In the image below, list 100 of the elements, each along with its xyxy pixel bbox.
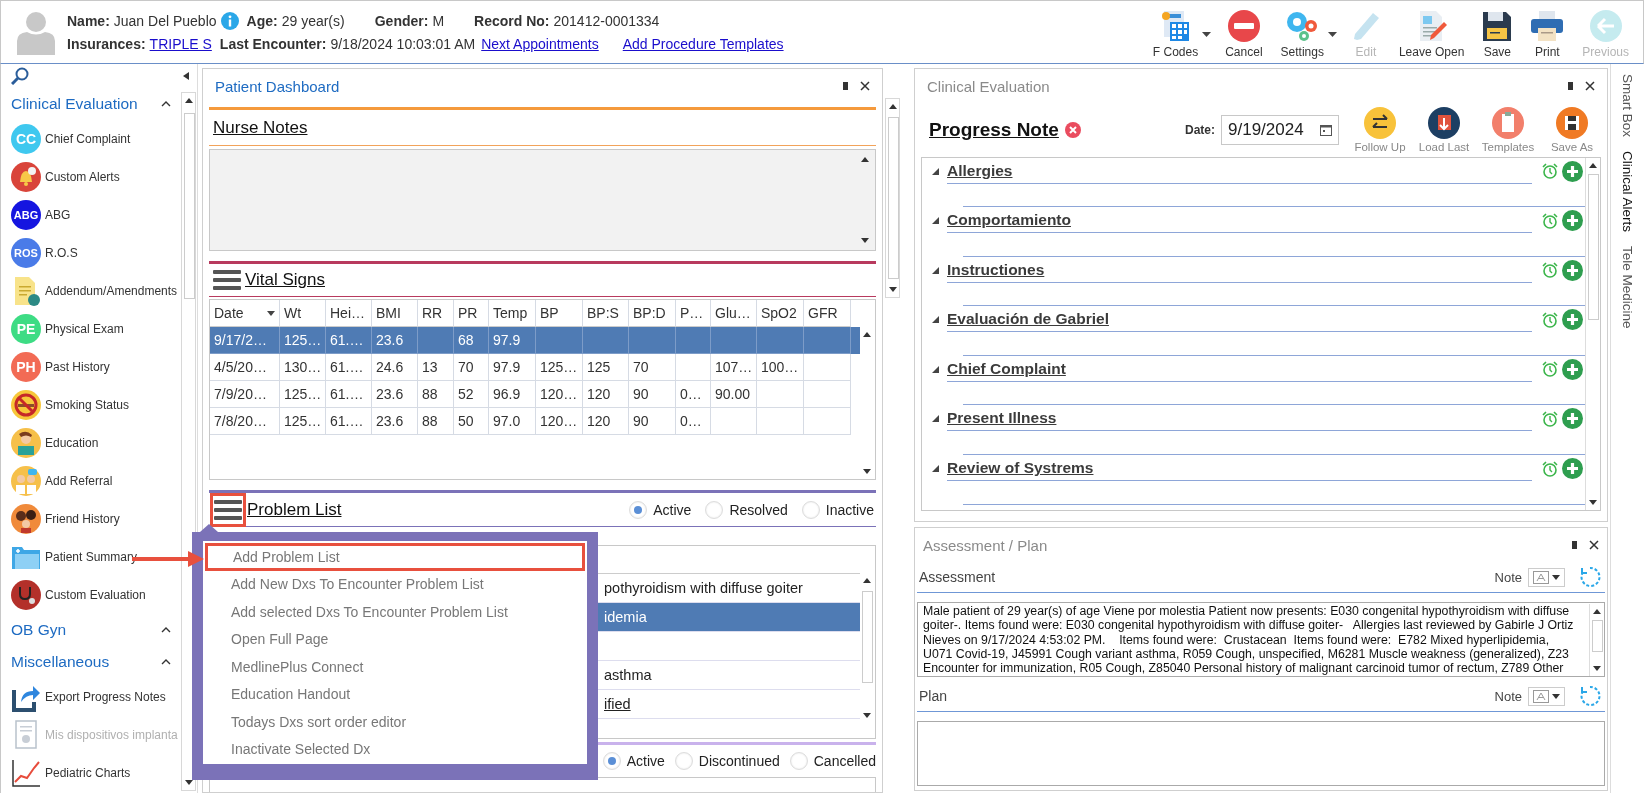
expand-icon[interactable] [932,465,939,473]
filter-radio[interactable]: Resolved [705,500,788,519]
side-tab[interactable]: Smart Box [1620,74,1635,138]
add-icon[interactable] [1562,160,1583,182]
section-title[interactable]: Allergies [947,161,1013,180]
menu-item[interactable]: Education Handout [203,680,587,708]
sort-caret-icon[interactable] [267,310,275,316]
section-title[interactable]: Nurse Notes [213,117,308,138]
header-link[interactable]: Add Procedure Templates [622,36,784,52]
section-title[interactable]: Instructiones [947,260,1045,279]
filter-radio[interactable]: Cancelled [789,752,876,770]
scrollbar[interactable] [1589,604,1604,676]
toolbar-button[interactable]: F Codes [1144,8,1207,61]
sidebar-item[interactable]: Smoking Status [11,386,181,424]
sidebar-item[interactable]: ABG ABG [11,196,181,234]
menu-icon[interactable] [213,495,243,524]
group-header[interactable]: OB Gyn [11,614,181,646]
header-link[interactable]: Next Appointments [481,36,599,52]
expand-icon[interactable] [932,217,939,225]
table-row[interactable]: 4/5/20… 130… 61.… 24.6 13 70 97.9 125… 125 70 107… 100… [210,354,860,381]
remove-icon[interactable] [1064,122,1081,138]
caret-icon[interactable] [1202,32,1212,37]
collapse-icon[interactable] [183,72,189,80]
menu-item[interactable]: Add selected Dxs To Encounter Problem List [203,598,587,626]
table-row[interactable]: 7/9/20… 125… 61.… 23.6 88 52 96.9 120… 120 90 0… 90.00 [210,381,860,408]
nurse-notes-field[interactable] [209,149,876,251]
close-icon[interactable] [860,81,870,91]
group-header[interactable]: Miscellaneous [11,646,181,678]
sidebar-item[interactable]: Education [11,424,181,462]
toolbar-button[interactable]: Print [1522,8,1573,61]
section-title[interactable]: Comportamiento [947,211,1071,230]
menu-item[interactable]: Open Full Page [203,625,587,653]
sidebar-item[interactable]: PE Physical Exam [11,310,181,348]
format-dropdown[interactable] [1528,567,1565,587]
action-button[interactable]: Follow Up [1351,107,1409,153]
alarm-clock-icon[interactable] [1542,361,1558,378]
section-title[interactable]: Evaluación de Gabriel [947,310,1109,329]
caret-icon[interactable] [1327,32,1337,37]
scrollbar[interactable] [1585,158,1600,510]
add-icon[interactable] [1562,458,1583,480]
assessment-field[interactable] [917,602,1605,677]
section-title[interactable]: Vital Signs [245,270,325,290]
group-header[interactable]: Clinical Evaluation [11,88,181,120]
action-button[interactable]: Load Last [1415,107,1473,153]
alarm-clock-icon[interactable] [1542,262,1558,279]
filter-radio[interactable]: Active [602,752,665,770]
sidebar-item[interactable]: Custom Alerts [11,158,181,196]
add-icon[interactable] [1562,358,1583,380]
refresh-icon[interactable] [1579,566,1601,588]
alarm-clock-icon[interactable] [1542,163,1558,179]
expand-icon[interactable] [932,415,939,423]
scrollbar[interactable] [885,98,900,298]
add-icon[interactable] [1562,408,1583,430]
expand-icon[interactable] [932,266,939,274]
scrollbar[interactable] [181,92,196,791]
menu-item[interactable]: Inactivate Selected Dx [203,735,587,763]
close-icon[interactable] [1589,540,1599,550]
plan-field[interactable] [917,721,1605,786]
format-dropdown[interactable] [1528,686,1565,706]
sidebar-item[interactable]: Pediatric Charts [11,754,181,792]
side-tab[interactable]: Clinical Alerts [1620,151,1635,233]
alarm-clock-icon[interactable] [1542,410,1558,427]
menu-item[interactable]: Add New Dxs To Encounter Problem List [203,570,587,598]
menu-item[interactable]: MedlinePlus Connect [203,653,587,681]
alarm-clock-icon[interactable] [1542,460,1558,477]
date-field[interactable]: 9/19/2024 [1221,115,1339,145]
calendar-icon[interactable] [1320,124,1332,136]
action-button[interactable]: Templates [1479,107,1537,153]
sidebar-item[interactable]: Friend History [11,500,181,538]
expand-icon[interactable] [932,365,939,373]
sidebar-item[interactable]: Add Referral [11,462,181,500]
side-tab[interactable]: Tele Medicine [1620,246,1635,329]
filter-radio[interactable]: Discontinued [674,752,780,770]
add-icon[interactable] [1562,259,1583,281]
alarm-clock-icon[interactable] [1542,212,1558,229]
search-icon[interactable] [11,67,29,85]
sidebar-item[interactable]: Custom Evaluation [11,576,181,614]
menu-item[interactable]: Todays Dxs sort order editor [203,708,587,736]
expand-icon[interactable] [932,167,939,175]
filter-radio[interactable]: Inactive [801,500,874,519]
refresh-icon[interactable] [1579,685,1601,707]
menu-icon[interactable] [213,269,241,291]
info-icon[interactable] [220,12,239,30]
action-button[interactable]: Save As [1543,107,1601,153]
sidebar-item[interactable]: PH Past History [11,348,181,386]
sidebar-item[interactable]: Addendum/Amendments [11,272,181,310]
section-title[interactable]: Present Illness [947,409,1057,428]
table-row[interactable]: 9/17/2… 125… 61.… 23.6 68 97.9 [210,327,860,354]
section-title[interactable]: Problem List [247,499,342,520]
add-icon[interactable] [1562,210,1583,232]
table-row[interactable]: 7/8/20… 125… 61.… 23.6 88 50 97.0 120… 120 90 0… [210,408,860,435]
insurance-link[interactable]: TRIPLE S [149,36,212,52]
alarm-clock-icon[interactable] [1542,311,1558,328]
filter-radio[interactable]: Active [629,500,692,519]
sidebar-item[interactable]: CC Chief Complaint [11,120,181,158]
sidebar-item[interactable]: ROS R.O.S [11,234,181,272]
toolbar-button[interactable]: Settings [1272,8,1332,61]
section-title[interactable]: Review of Systrems [947,459,1094,478]
toolbar-button[interactable]: Leave Open [1390,8,1473,61]
close-icon[interactable] [1585,81,1595,91]
